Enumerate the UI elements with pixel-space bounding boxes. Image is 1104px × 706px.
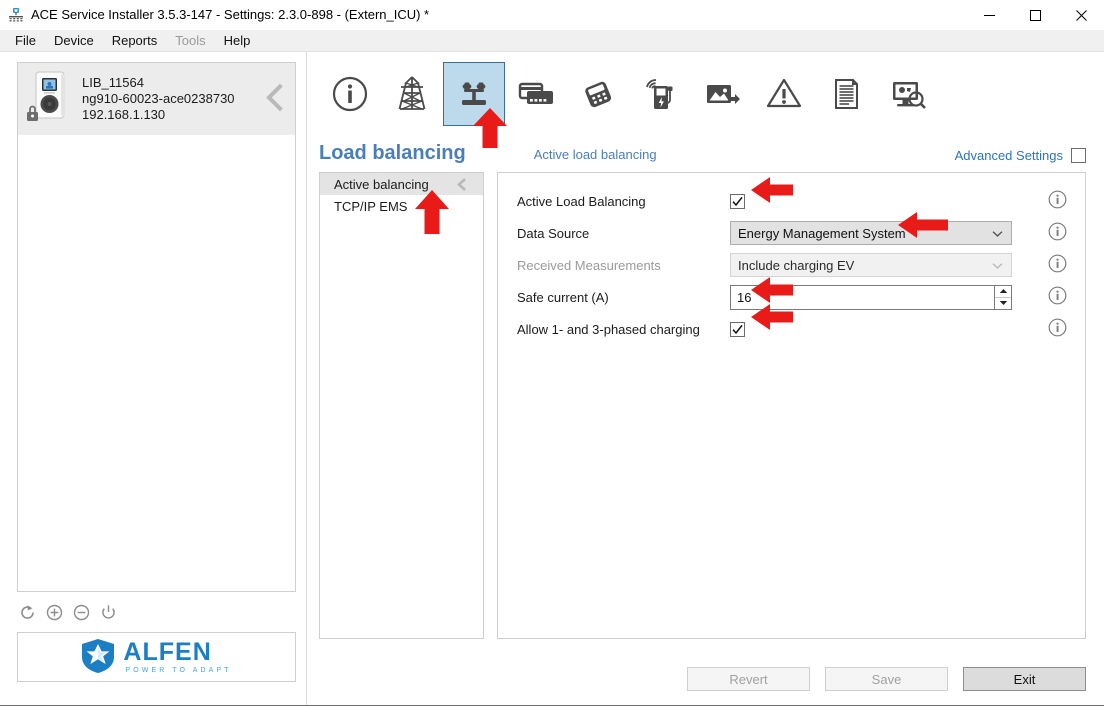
device-serial: ng910-60023-ace0238730 [82,91,235,107]
menu-bar: File Device Reports Tools Help [0,30,1104,52]
tab-grid[interactable] [381,62,443,126]
remove-icon[interactable] [73,604,90,621]
panels: Active balancing TCP/IP EMS Active Load … [319,172,1086,639]
device-info: LIB_11564 ng910-60023-ace0238730 192.168… [82,75,235,123]
received-measurements-combobox: Include charging EV [730,253,1012,277]
info-icon[interactable] [1048,190,1067,212]
safe-current-value[interactable]: 16 [731,286,994,309]
alfen-wordmark: ALFEN [123,640,211,665]
window-title: ACE Service Installer 3.5.3-147 - Settin… [31,7,429,22]
label-allow-phased-charging: Allow 1- and 3-phased charging [517,322,730,337]
alfen-logo: ALFEN POWER TO ADAPT [17,632,296,682]
alfen-tagline: POWER TO ADAPT [125,667,231,674]
tab-errors[interactable] [753,62,815,126]
tab-card-reader[interactable] [505,62,567,126]
tab-display[interactable] [691,62,753,126]
active-load-balancing-checkbox[interactable] [730,194,745,209]
tab-payment-terminal[interactable] [567,62,629,126]
chevron-down-icon [992,258,1003,273]
page-subtitle: Active load balancing [534,146,657,164]
power-icon[interactable] [100,604,117,621]
label-received-measurements: Received Measurements [517,258,730,273]
app-icon [8,7,24,23]
label-active-load-balancing: Active Load Balancing [517,194,730,209]
spinner-down-button[interactable] [995,298,1011,309]
close-button[interactable] [1058,0,1104,30]
tab-load-balancing[interactable] [443,62,505,126]
allow-phased-charging-checkbox[interactable] [730,322,745,337]
chevron-down-icon [992,226,1003,241]
tab-information[interactable] [319,62,381,126]
payment-terminal-icon [579,75,617,113]
menu-file[interactable]: File [6,31,45,50]
menu-tools: Tools [166,31,214,50]
content-area: Load balancing Active load balancing Adv… [307,52,1104,705]
info-circle-icon [331,75,369,113]
advanced-settings-group: Advanced Settings [955,148,1086,163]
page-title: Load balancing [319,142,466,164]
form-row-active-load-balancing: Active Load Balancing [498,185,1085,217]
add-icon[interactable] [46,604,63,621]
card-reader-icon [517,75,555,113]
menu-help[interactable]: Help [215,31,260,50]
smart-charger-icon [641,75,679,113]
menu-device[interactable]: Device [45,31,103,50]
tab-logs[interactable] [815,62,877,126]
alfen-shield-icon [81,638,115,677]
sidebar: LIB_11564 ng910-60023-ace0238730 192.168… [0,52,307,705]
sub-nav-label: Active balancing [334,177,429,192]
form-row-allow-phased-charging: Allow 1- and 3-phased charging [498,313,1085,345]
charging-station-icon [24,68,76,130]
sidebar-actions [17,592,296,632]
info-icon[interactable] [1048,254,1067,276]
info-icon[interactable] [1048,222,1067,244]
tab-smart-charging[interactable] [629,62,691,126]
display-image-icon [703,75,741,113]
sub-nav-label: TCP/IP EMS [334,199,407,214]
info-icon[interactable] [1048,318,1067,340]
footer-buttons: Revert Save Exit [687,667,1086,691]
module-toolbar [319,62,1086,130]
save-button: Save [825,667,948,691]
data-source-combobox[interactable]: Energy Management System [730,221,1012,245]
label-data-source: Data Source [517,226,730,241]
advanced-settings-checkbox[interactable] [1071,148,1086,163]
chevron-left-icon[interactable] [265,83,285,116]
revert-button: Revert [687,667,810,691]
label-safe-current: Safe current (A) [517,290,730,305]
warning-triangle-icon [765,75,803,113]
data-source-value: Energy Management System [738,226,906,241]
advanced-settings-label: Advanced Settings [955,148,1063,163]
spinner-up-button[interactable] [995,286,1011,298]
menu-reports[interactable]: Reports [103,31,167,50]
title-bar: ACE Service Installer 3.5.3-147 - Settin… [0,0,1104,30]
form-row-safe-current: Safe current (A) 16 [498,281,1085,313]
form-row-received-measurements: Received Measurements Include charging E… [498,249,1085,281]
window-controls [966,0,1104,30]
chevron-left-icon[interactable] [455,177,469,195]
received-measurements-value: Include charging EV [738,258,854,273]
minimize-button[interactable] [966,0,1012,30]
monitor-search-icon [889,75,927,113]
exit-button[interactable]: Exit [963,667,1086,691]
sidebar-item-active-balancing[interactable]: Active balancing [320,173,483,195]
settings-form-panel: Active Load Balancing [497,172,1086,639]
maximize-button[interactable] [1012,0,1058,30]
refresh-icon[interactable] [19,604,36,621]
safe-current-stepper[interactable]: 16 [730,285,1012,310]
sidebar-item-tcpip-ems[interactable]: TCP/IP EMS [320,195,483,217]
device-list: LIB_11564 ng910-60023-ace0238730 192.168… [17,62,296,592]
form-row-data-source: Data Source Energy Management System [498,217,1085,249]
document-log-icon [827,75,865,113]
device-ip: 192.168.1.130 [82,107,235,123]
device-card[interactable]: LIB_11564 ng910-60023-ace0238730 192.168… [18,63,295,135]
sub-nav-panel: Active balancing TCP/IP EMS [319,172,484,639]
tab-diagnostics[interactable] [877,62,939,126]
main-body: LIB_11564 ng910-60023-ace0238730 192.168… [0,52,1104,705]
power-pylon-icon [393,75,431,113]
page-heading-row: Load balancing Active load balancing Adv… [319,134,1086,164]
info-icon[interactable] [1048,286,1067,308]
load-balancing-icon [455,75,493,113]
device-name: LIB_11564 [82,75,235,91]
